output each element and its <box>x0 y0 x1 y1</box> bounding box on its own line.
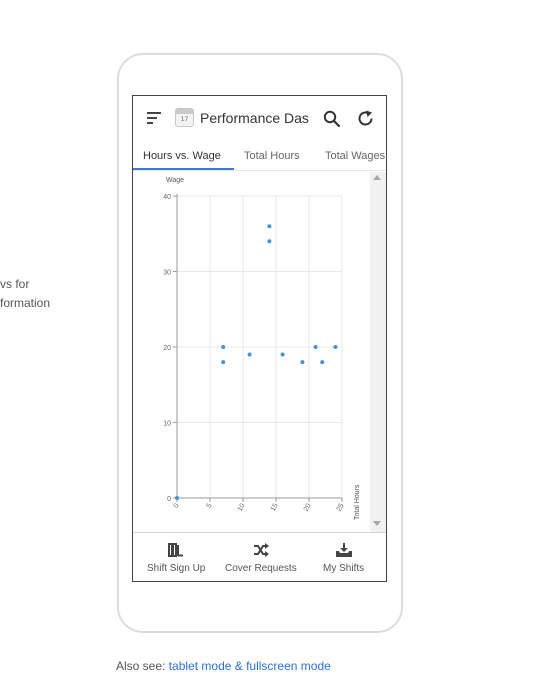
x-tick-label: 25 <box>336 502 346 512</box>
data-point <box>221 360 226 365</box>
data-point <box>313 345 318 349</box>
tab-total-wages[interactable]: Total Wages <box>325 150 385 162</box>
tab-total-hours[interactable]: Total Hours <box>244 150 300 162</box>
y-tick-label: 40 <box>163 194 171 201</box>
data-point <box>267 239 272 244</box>
modes-link[interactable]: tablet mode & fullscreen mode <box>169 659 331 673</box>
x-tick-label: 10 <box>237 502 247 512</box>
bottom-nav: Shift Sign Up Cover Requests My Shifts <box>133 532 386 581</box>
active-tab-indicator <box>133 168 234 170</box>
y-tick-label: 10 <box>163 421 171 428</box>
page-title: Performance Das <box>200 110 309 126</box>
nav-cover-requests[interactable]: Cover Requests <box>219 533 303 581</box>
x-tick-label: 15 <box>270 502 280 512</box>
scatter-chart: 0 10 20 30 40 0 5 10 15 20 25 Wage Total Hours <box>163 177 361 520</box>
chart-container: 0 10 20 30 40 0 5 10 15 20 25 Wage Total Hours <box>133 172 369 532</box>
nav-shift-sign-up[interactable]: Shift Sign Up <box>133 533 219 581</box>
data-point <box>280 352 285 357</box>
y-tick-label: 30 <box>163 270 171 277</box>
x-tick-label: 20 <box>303 502 313 512</box>
app-bar: 17 Performance Das <box>133 96 386 142</box>
nav-my-shifts[interactable]: My Shifts <box>303 533 386 581</box>
scroll-up-arrow[interactable] <box>373 175 381 180</box>
inbox-download-icon <box>336 543 352 557</box>
calendar-icon: 17 <box>175 108 194 127</box>
nav-label-my-shifts: My Shifts <box>323 563 365 574</box>
nav-label-shift-sign-up: Shift Sign Up <box>147 563 206 574</box>
tab-hours-vs-wage[interactable]: Hours vs. Wage <box>143 150 221 162</box>
menu-icon[interactable] <box>147 112 161 124</box>
data-point <box>221 345 226 349</box>
data-point <box>267 224 272 229</box>
data-point <box>333 345 338 349</box>
data-point <box>175 496 179 500</box>
data-point <box>247 352 252 357</box>
refresh-icon[interactable] <box>356 109 375 128</box>
side-text-line-2: formation <box>0 296 51 310</box>
also-see-prefix: Also see: <box>116 659 169 673</box>
also-see-footer: Also see: tablet mode & fullscreen mode <box>116 659 331 673</box>
app-screen: 17 Performance Das Hours vs. Wage Total … <box>132 95 387 582</box>
search-icon[interactable] <box>323 110 341 128</box>
y-tick-label: 20 <box>163 345 171 352</box>
calendar-icon-number: 17 <box>180 116 189 123</box>
x-tick-label: 0 <box>173 502 181 509</box>
nav-label-cover-requests: Cover Requests <box>225 563 297 574</box>
y-axis-label: Wage <box>166 177 184 184</box>
x-tick-label: 5 <box>206 502 214 509</box>
door-exit-icon <box>168 543 183 557</box>
data-point <box>320 360 325 365</box>
shuffle-icon <box>254 543 269 557</box>
data-point <box>300 360 305 365</box>
x-axis-label: Total Hours <box>354 484 361 520</box>
y-tick-label: 0 <box>167 496 171 503</box>
side-text-line-1: vs for <box>0 277 30 291</box>
scroll-down-arrow[interactable] <box>373 521 381 526</box>
scrollbar[interactable] <box>370 172 386 532</box>
